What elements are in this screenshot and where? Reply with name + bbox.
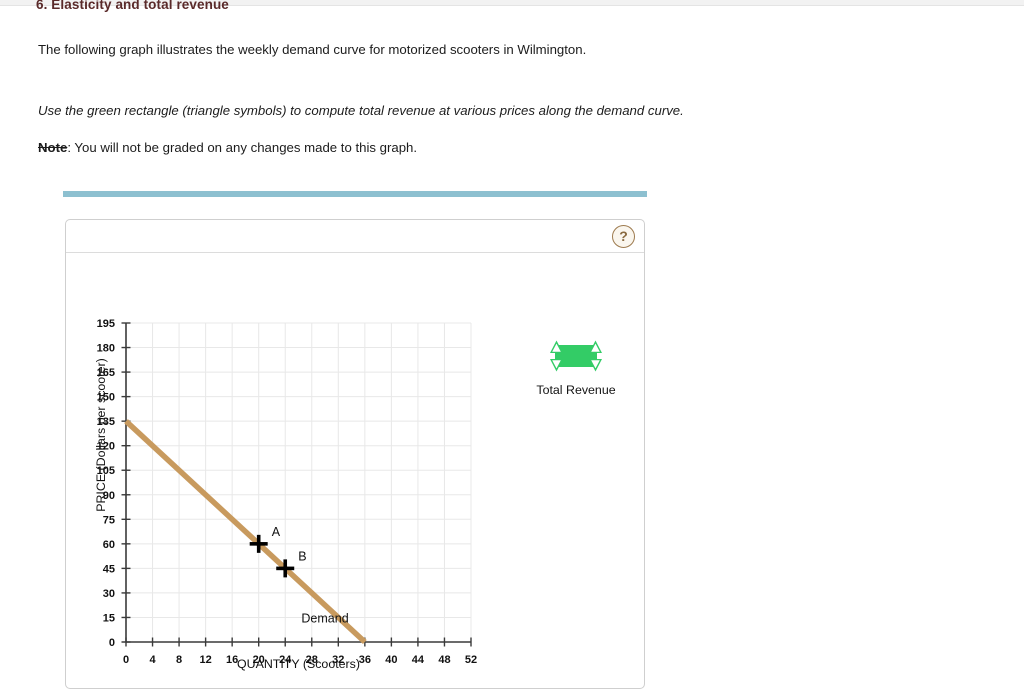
note-text: : You will not be graded on any changes … [67, 140, 418, 155]
instruction-paragraph: Use the green rectangle (triangle symbol… [38, 103, 684, 118]
svg-text:30: 30 [103, 588, 115, 600]
svg-text:195: 195 [97, 318, 115, 330]
x-axis-title: QUANTITY (Scooters) [236, 657, 360, 671]
svg-text:45: 45 [103, 563, 115, 575]
green-rectangle-handles-icon[interactable] [547, 340, 605, 372]
question-mark-icon[interactable]: ? [612, 225, 635, 248]
note-paragraph: Note: You will not be graded on any chan… [38, 139, 417, 156]
graph-widget-panel: ? 0 15 30 45 60 75 90 105 120 135 150 165 180 195 0 4 8 1… [65, 219, 645, 689]
chart-area: 0 15 30 45 60 75 90 105 120 135 150 165 180 195 0 4 8 12 1… [66, 253, 645, 689]
section-divider-bar [63, 191, 647, 197]
svg-text:A: A [272, 525, 281, 539]
legend-label-total-revenue: Total Revenue [536, 383, 616, 397]
chart-series-label: Demand [301, 611, 348, 625]
page-title: 6. Elasticity and total revenue [36, 0, 229, 12]
y-axis-title: PRICE (Dollars per scooter) [94, 358, 108, 512]
graph-toolbar: ? [66, 220, 644, 253]
legend-swatch-wrap [521, 337, 631, 375]
note-label: Note [38, 140, 68, 155]
intro-paragraph: The following graph illustrates the week… [38, 42, 587, 57]
svg-text:B: B [298, 549, 306, 563]
svg-text:0: 0 [109, 637, 115, 649]
chart-legend: Total Revenue [521, 337, 631, 397]
demand-curve-chart[interactable]: 01530456075901051201351501651801950 4 8 12 1… [66, 253, 645, 689]
svg-text:60: 60 [103, 539, 115, 551]
svg-text:15: 15 [103, 612, 115, 624]
svg-text:Demand: Demand [301, 611, 348, 625]
